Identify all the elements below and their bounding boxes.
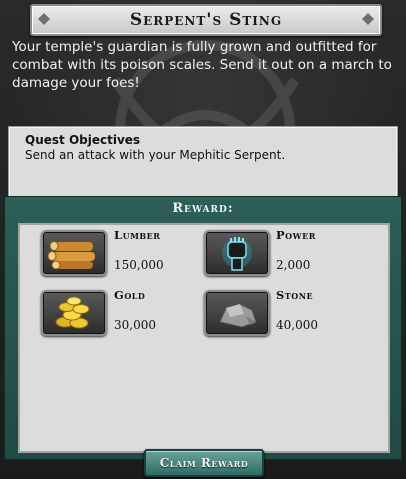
lumber-icon xyxy=(41,230,107,276)
quest-title: Serpent's Sting xyxy=(129,10,283,30)
gold-coins-icon xyxy=(41,290,107,336)
objectives-box: Quest Objectives Send an attack with you… xyxy=(8,126,398,198)
reward-name: Power xyxy=(276,228,316,242)
reward-name: Stone xyxy=(276,288,314,302)
reward-amount: 40,000 xyxy=(276,318,318,332)
title-ornament-icon xyxy=(362,13,374,25)
quest-description: Your temple's guardian is fully grown an… xyxy=(12,39,392,91)
reward-name: Lumber xyxy=(114,228,161,242)
claim-reward-button[interactable]: Claim Reward xyxy=(144,449,264,477)
reward-amount: 2,000 xyxy=(276,258,311,272)
quest-panel: Serpent's Sting Your temple's guardian i… xyxy=(0,0,406,479)
stone-icon xyxy=(204,290,270,336)
power-fist-icon xyxy=(204,230,270,276)
objective-item: Send an attack with your Mephitic Serpen… xyxy=(25,148,286,162)
claim-reward-label: Claim Reward xyxy=(159,456,249,470)
reward-amount: 150,000 xyxy=(114,258,164,272)
reward-name: Gold xyxy=(114,288,146,302)
title-ornament-icon xyxy=(38,13,50,25)
reward-title: Reward: xyxy=(172,201,234,216)
title-banner: Serpent's Sting xyxy=(30,4,382,36)
objectives-title: Quest Objectives xyxy=(25,133,141,147)
reward-amount: 30,000 xyxy=(114,318,156,332)
